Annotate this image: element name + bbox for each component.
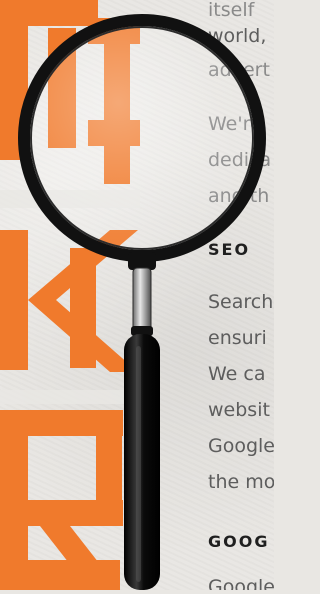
seo-line: We ca <box>208 363 266 385</box>
intro-line: world, <box>208 25 267 47</box>
paragraph-line: We're <box>208 113 262 135</box>
google-heading: GOOG <box>208 532 270 551</box>
seo-line: Search <box>208 291 274 313</box>
seo-line: websit <box>208 399 270 421</box>
intro-line: advert <box>208 59 270 81</box>
article-text-column: itself world, advert We're dedica and th… <box>208 0 274 590</box>
seo-heading: SEO <box>208 240 251 259</box>
seo-line: ensuri <box>208 327 267 349</box>
google-line: Google <box>208 576 274 590</box>
paragraph-line: and th <box>208 185 270 207</box>
seo-line: the mo <box>208 471 274 493</box>
paragraph-line: dedica <box>208 149 272 171</box>
intro-line: itself <box>208 0 255 21</box>
background-word-graphic <box>0 0 140 590</box>
seo-line: Google <box>208 435 274 457</box>
